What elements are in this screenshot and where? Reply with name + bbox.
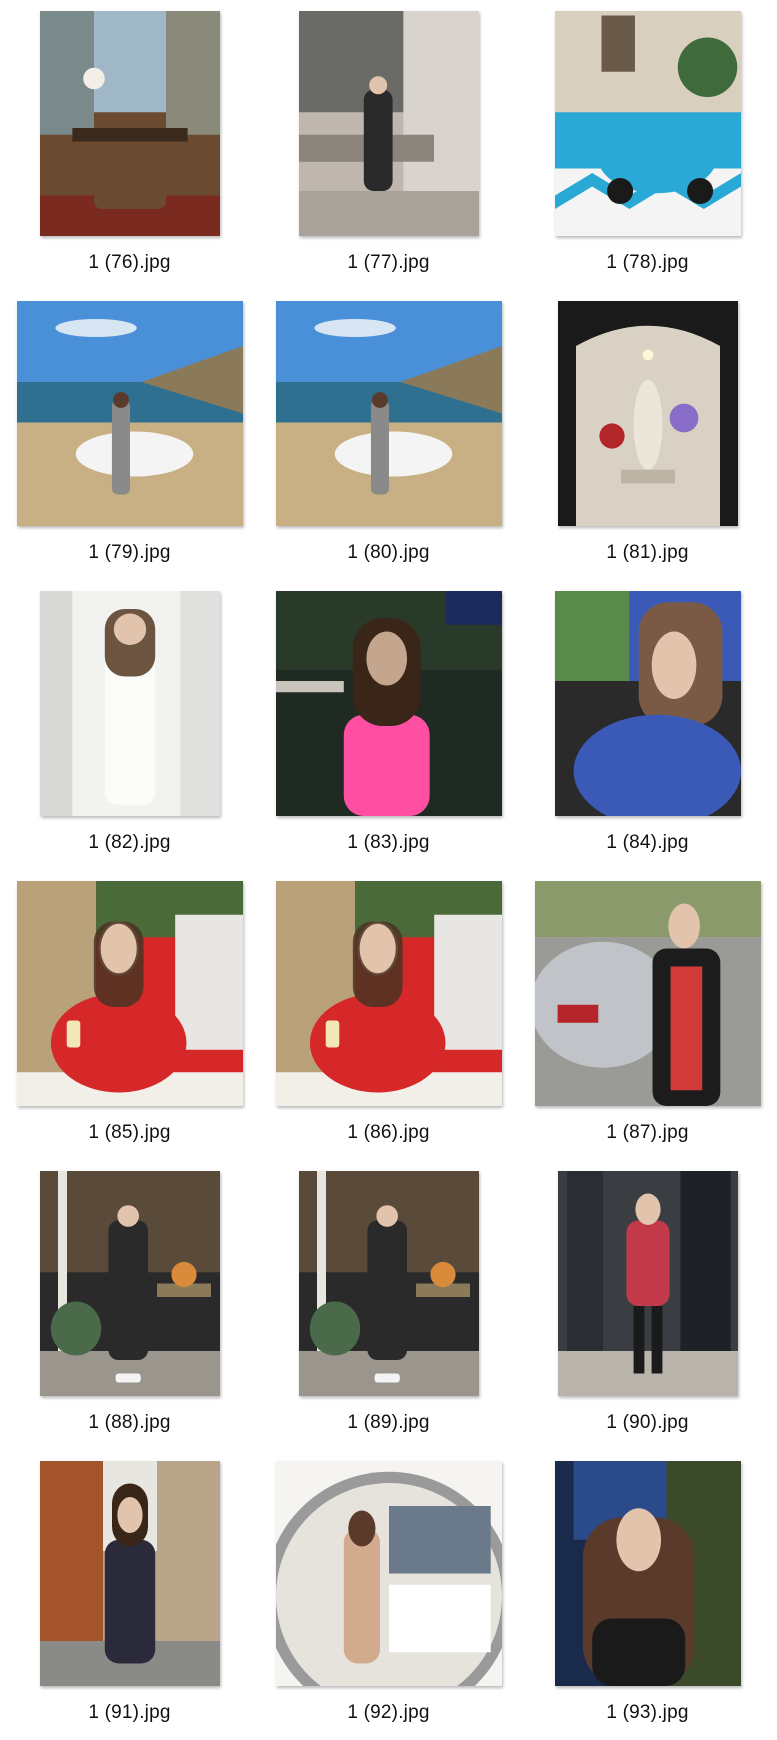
- image-thumbnail[interactable]: [557, 1171, 738, 1396]
- file-name-label[interactable]: 1 (90).jpg: [518, 1412, 777, 1434]
- thumbnail-frame[interactable]: [259, 580, 518, 827]
- image-thumbnail[interactable]: [534, 881, 761, 1106]
- file-item[interactable]: 1 (92).jpg: [259, 1450, 518, 1740]
- thumbnail-frame[interactable]: [518, 1160, 777, 1407]
- photo-preview: [298, 1171, 479, 1396]
- file-name-label[interactable]: 1 (89).jpg: [259, 1412, 518, 1434]
- file-name-label[interactable]: 1 (79).jpg: [0, 542, 259, 564]
- thumbnail-frame[interactable]: [518, 870, 777, 1117]
- file-item[interactable]: 1 (85).jpg: [0, 870, 259, 1160]
- photo-preview: [39, 591, 220, 816]
- photo-preview: [275, 881, 502, 1106]
- image-thumbnail[interactable]: [275, 1461, 502, 1686]
- file-name-label[interactable]: 1 (91).jpg: [0, 1702, 259, 1724]
- thumbnail-frame[interactable]: [259, 0, 518, 247]
- photo-preview: [275, 1461, 502, 1686]
- thumbnail-frame[interactable]: [259, 290, 518, 537]
- thumbnail-frame[interactable]: [0, 870, 259, 1117]
- image-thumbnail[interactable]: [557, 301, 738, 526]
- file-item[interactable]: 1 (83).jpg: [259, 580, 518, 870]
- image-thumbnail[interactable]: [39, 1461, 220, 1686]
- file-name-label[interactable]: 1 (78).jpg: [518, 252, 777, 274]
- photo-preview: [557, 301, 738, 526]
- thumbnail-frame[interactable]: [259, 1160, 518, 1407]
- image-thumbnail[interactable]: [275, 591, 502, 816]
- image-thumbnail[interactable]: [39, 11, 220, 236]
- image-thumbnail[interactable]: [554, 1461, 741, 1686]
- file-item[interactable]: 1 (78).jpg: [518, 0, 777, 290]
- image-thumbnail[interactable]: [554, 591, 741, 816]
- file-item[interactable]: 1 (91).jpg: [0, 1450, 259, 1740]
- thumbnail-frame[interactable]: [518, 1450, 777, 1697]
- thumbnail-frame[interactable]: [0, 0, 259, 247]
- file-name-label[interactable]: 1 (93).jpg: [518, 1702, 777, 1724]
- thumbnail-frame[interactable]: [0, 580, 259, 827]
- photo-preview: [16, 881, 243, 1106]
- thumbnail-frame[interactable]: [518, 0, 777, 247]
- photo-preview: [275, 591, 502, 816]
- file-name-label[interactable]: 1 (82).jpg: [0, 832, 259, 854]
- file-name-label[interactable]: 1 (84).jpg: [518, 832, 777, 854]
- thumbnail-frame[interactable]: [259, 870, 518, 1117]
- image-thumbnail[interactable]: [16, 881, 243, 1106]
- thumbnail-frame[interactable]: [0, 290, 259, 537]
- photo-preview: [39, 1171, 220, 1396]
- file-item[interactable]: 1 (82).jpg: [0, 580, 259, 870]
- file-name-label[interactable]: 1 (85).jpg: [0, 1122, 259, 1144]
- photo-preview: [39, 11, 220, 236]
- photo-preview: [554, 1461, 741, 1686]
- image-thumbnail[interactable]: [298, 11, 479, 236]
- file-item[interactable]: 1 (87).jpg: [518, 870, 777, 1160]
- photo-preview: [554, 11, 741, 236]
- photo-preview: [298, 11, 479, 236]
- image-thumbnail[interactable]: [554, 11, 741, 236]
- file-item[interactable]: 1 (76).jpg: [0, 0, 259, 290]
- photo-preview: [534, 881, 761, 1106]
- file-item[interactable]: 1 (77).jpg: [259, 0, 518, 290]
- photo-preview: [557, 1171, 738, 1396]
- file-item[interactable]: 1 (88).jpg: [0, 1160, 259, 1450]
- file-item[interactable]: 1 (89).jpg: [259, 1160, 518, 1450]
- thumbnail-frame[interactable]: [0, 1450, 259, 1697]
- photo-preview: [554, 591, 741, 816]
- file-name-label[interactable]: 1 (92).jpg: [259, 1702, 518, 1724]
- file-name-label[interactable]: 1 (77).jpg: [259, 252, 518, 274]
- image-thumbnail[interactable]: [275, 881, 502, 1106]
- file-item[interactable]: 1 (81).jpg: [518, 290, 777, 580]
- image-thumbnail[interactable]: [298, 1171, 479, 1396]
- file-item[interactable]: 1 (93).jpg: [518, 1450, 777, 1740]
- file-item[interactable]: 1 (79).jpg: [0, 290, 259, 580]
- thumbnail-frame[interactable]: [0, 1160, 259, 1407]
- thumbnail-frame[interactable]: [518, 290, 777, 537]
- image-thumbnail[interactable]: [275, 301, 502, 526]
- file-item[interactable]: 1 (86).jpg: [259, 870, 518, 1160]
- file-item[interactable]: 1 (84).jpg: [518, 580, 777, 870]
- thumbnail-frame[interactable]: [259, 1450, 518, 1697]
- file-item[interactable]: 1 (90).jpg: [518, 1160, 777, 1450]
- thumbnail-frame[interactable]: [518, 580, 777, 827]
- file-name-label[interactable]: 1 (87).jpg: [518, 1122, 777, 1144]
- file-name-label[interactable]: 1 (80).jpg: [259, 542, 518, 564]
- file-name-label[interactable]: 1 (86).jpg: [259, 1122, 518, 1144]
- file-item[interactable]: 1 (80).jpg: [259, 290, 518, 580]
- image-thumbnail[interactable]: [16, 301, 243, 526]
- file-name-label[interactable]: 1 (81).jpg: [518, 542, 777, 564]
- file-name-label[interactable]: 1 (88).jpg: [0, 1412, 259, 1434]
- image-thumbnail[interactable]: [39, 591, 220, 816]
- file-name-label[interactable]: 1 (83).jpg: [259, 832, 518, 854]
- photo-preview: [39, 1461, 220, 1686]
- photo-preview: [16, 301, 243, 526]
- photo-preview: [275, 301, 502, 526]
- image-thumbnail[interactable]: [39, 1171, 220, 1396]
- file-thumbnail-grid: 1 (76).jpg 1 (77).jpg 1 (78).jpg 1 (79).jpg…: [0, 0, 777, 1723]
- file-name-label[interactable]: 1 (76).jpg: [0, 252, 259, 274]
